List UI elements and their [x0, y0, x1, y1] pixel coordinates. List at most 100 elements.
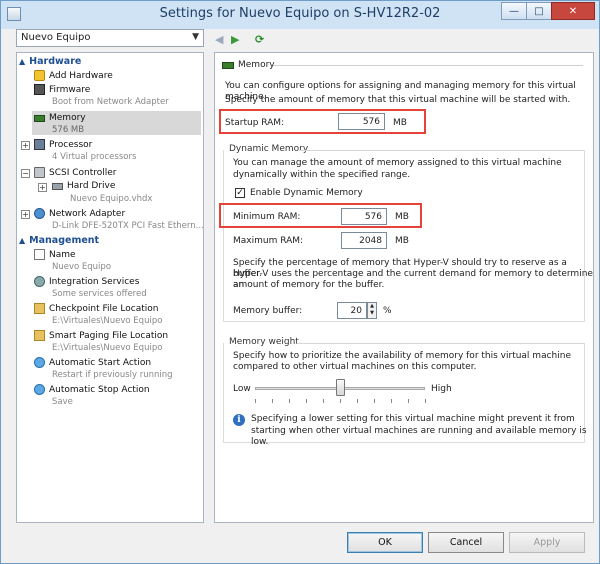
- memory-section-header: Memory: [222, 60, 275, 70]
- category-hardware[interactable]: ▲ Hardware: [19, 56, 81, 67]
- tree-item-automatic-start-action-detail: Restart if previously running: [52, 370, 173, 380]
- slider-tick: [340, 399, 341, 403]
- slider-tick: [272, 399, 273, 403]
- memory-weight-info-1: Specifying a lower setting for this virt…: [251, 414, 575, 424]
- maximum-ram-unit: MB: [395, 236, 409, 246]
- checkpoint-folder-icon: [34, 303, 45, 314]
- memory-weight-low-label: Low: [233, 384, 251, 394]
- tree-item-scsi-controller[interactable]: SCSI Controller: [34, 167, 117, 178]
- memory-weight-info-2: starting when other virtual machines are…: [251, 426, 587, 447]
- forward-arrow-icon[interactable]: ▶: [231, 33, 239, 46]
- tree-item-hard-drive-detail: Nuevo Equipo.vhdx: [70, 194, 153, 204]
- header-divider: [273, 65, 583, 66]
- tree-item-memory-detail: 576 MB: [52, 125, 85, 135]
- memory-weight-description-2: compared to other virtual machines on th…: [233, 362, 477, 372]
- expand-processor-icon[interactable]: +: [21, 141, 30, 150]
- tree-item-processor[interactable]: Processor: [34, 139, 92, 150]
- apply-button[interactable]: Apply: [509, 532, 585, 553]
- slider-tick: [323, 399, 324, 403]
- vm-select-dropdown[interactable]: Nuevo Equipo ▼: [16, 29, 204, 47]
- startup-ram-label: Startup RAM:: [225, 118, 285, 128]
- tree-item-checkpoint-location-detail: E:\Virtuales\Nuevo Equipo: [52, 316, 163, 326]
- maximize-icon[interactable]: □: [526, 2, 552, 20]
- memory-weight-description-1: Specify how to prioritize the availabili…: [233, 351, 571, 361]
- memory-buffer-input[interactable]: 20: [337, 302, 367, 319]
- tree-item-hard-drive[interactable]: Hard Drive: [52, 181, 115, 191]
- memory-icon: [34, 115, 45, 122]
- memory-buffer-unit: %: [383, 306, 392, 316]
- dynamic-memory-description-1: You can manage the amount of memory assi…: [233, 158, 562, 168]
- tree-item-name-detail: Nuevo Equipo: [52, 262, 112, 272]
- automatic-start-icon: [34, 357, 45, 368]
- network-adapter-icon: [34, 208, 45, 219]
- minimum-ram-label: Minimum RAM:: [233, 212, 301, 222]
- minimize-icon[interactable]: —: [501, 2, 527, 20]
- slider-tick: [391, 399, 392, 403]
- maximum-ram-label: Maximum RAM:: [233, 236, 304, 246]
- chevron-down-icon: ▼: [192, 32, 199, 42]
- expand-network-adapter-icon[interactable]: +: [21, 210, 30, 219]
- tree-item-firmware-detail: Boot from Network Adapter: [52, 97, 169, 107]
- memory-settings-panel: Memory You can configure options for ass…: [214, 52, 594, 523]
- slider-tick: [306, 399, 307, 403]
- tree-item-automatic-stop-action-detail: Save: [52, 397, 73, 407]
- integration-services-icon: [34, 276, 45, 287]
- vm-select-value: Nuevo Equipo: [21, 32, 91, 43]
- cancel-button[interactable]: Cancel: [428, 532, 504, 553]
- title-bar: Settings for Nuevo Equipo on S-HV12R2-02…: [1, 1, 599, 29]
- dynamic-memory-description-2: dynamically within the specified range.: [233, 170, 411, 180]
- collapse-triangle-icon: ▲: [19, 236, 26, 245]
- settings-tree: ▲ Hardware Add Hardware Firmware Boot fro…: [16, 52, 204, 523]
- settings-window: Settings for Nuevo Equipo on S-HV12R2-02…: [0, 0, 600, 564]
- smart-paging-folder-icon: [34, 330, 45, 341]
- tree-item-add-hardware[interactable]: Add Hardware: [34, 70, 113, 81]
- collapse-scsi-icon[interactable]: −: [21, 169, 30, 178]
- tree-item-integration-services[interactable]: Integration Services: [34, 276, 139, 287]
- tree-item-processor-detail: 4 Virtual processors: [52, 152, 137, 162]
- name-icon: [34, 249, 45, 260]
- tree-item-name[interactable]: Name: [34, 249, 76, 260]
- refresh-icon[interactable]: ⟳: [255, 33, 264, 46]
- tree-item-integration-services-detail: Some services offered: [52, 289, 147, 299]
- slider-tick: [289, 399, 290, 403]
- slider-tick: [374, 399, 375, 403]
- enable-dynamic-memory-checkbox[interactable]: ✓: [235, 188, 245, 198]
- memory-buffer-spinner[interactable]: ▲ ▼: [367, 302, 377, 319]
- enable-dynamic-memory-label[interactable]: Enable Dynamic Memory: [250, 188, 363, 199]
- minimum-ram-unit: MB: [395, 212, 409, 222]
- back-arrow-icon[interactable]: ◀: [215, 33, 223, 46]
- tree-item-automatic-start-action[interactable]: Automatic Start Action: [34, 357, 151, 368]
- tree-item-network-adapter-detail: D-Link DFE-520TX PCI Fast Ethern...: [52, 221, 204, 231]
- startup-ram-input[interactable]: 576: [338, 113, 385, 130]
- tree-item-automatic-stop-action[interactable]: Automatic Stop Action: [34, 384, 150, 395]
- hard-drive-icon: [52, 182, 63, 190]
- tree-item-network-adapter[interactable]: Network Adapter: [34, 208, 125, 219]
- maximum-ram-input[interactable]: 2048: [341, 232, 387, 249]
- startup-ram-unit: MB: [393, 118, 407, 128]
- add-hardware-icon: [34, 70, 45, 81]
- memory-buffer-label: Memory buffer:: [233, 306, 303, 316]
- category-management[interactable]: ▲ Management: [19, 235, 99, 246]
- window-controls: — □ ✕: [501, 2, 595, 20]
- firmware-icon: [34, 84, 45, 95]
- memory-icon: [222, 61, 234, 69]
- tree-item-checkpoint-location[interactable]: Checkpoint File Location: [34, 303, 159, 314]
- tree-item-smart-paging-location-detail: E:\Virtuales\Nuevo Equipo: [52, 343, 163, 353]
- memory-buffer-description-3: amount of memory for the buffer.: [233, 280, 385, 290]
- close-icon[interactable]: ✕: [551, 2, 595, 20]
- tree-item-smart-paging-location[interactable]: Smart Paging File Location: [34, 330, 168, 341]
- automatic-stop-icon: [34, 384, 45, 395]
- tree-item-firmware[interactable]: Firmware: [34, 84, 90, 95]
- memory-weight-slider-thumb[interactable]: [336, 379, 345, 396]
- collapse-triangle-icon: ▲: [19, 57, 26, 66]
- ok-button[interactable]: OK: [347, 532, 423, 553]
- slider-tick: [408, 399, 409, 403]
- minimum-ram-input[interactable]: 576: [341, 208, 387, 225]
- slider-tick: [255, 399, 256, 403]
- info-icon: i: [233, 414, 245, 426]
- expand-hard-drive-icon[interactable]: +: [38, 183, 47, 192]
- startup-description: Specify the amount of memory that this v…: [225, 95, 571, 105]
- scsi-controller-icon: [34, 167, 45, 178]
- slider-tick: [357, 399, 358, 403]
- processor-icon: [34, 139, 45, 150]
